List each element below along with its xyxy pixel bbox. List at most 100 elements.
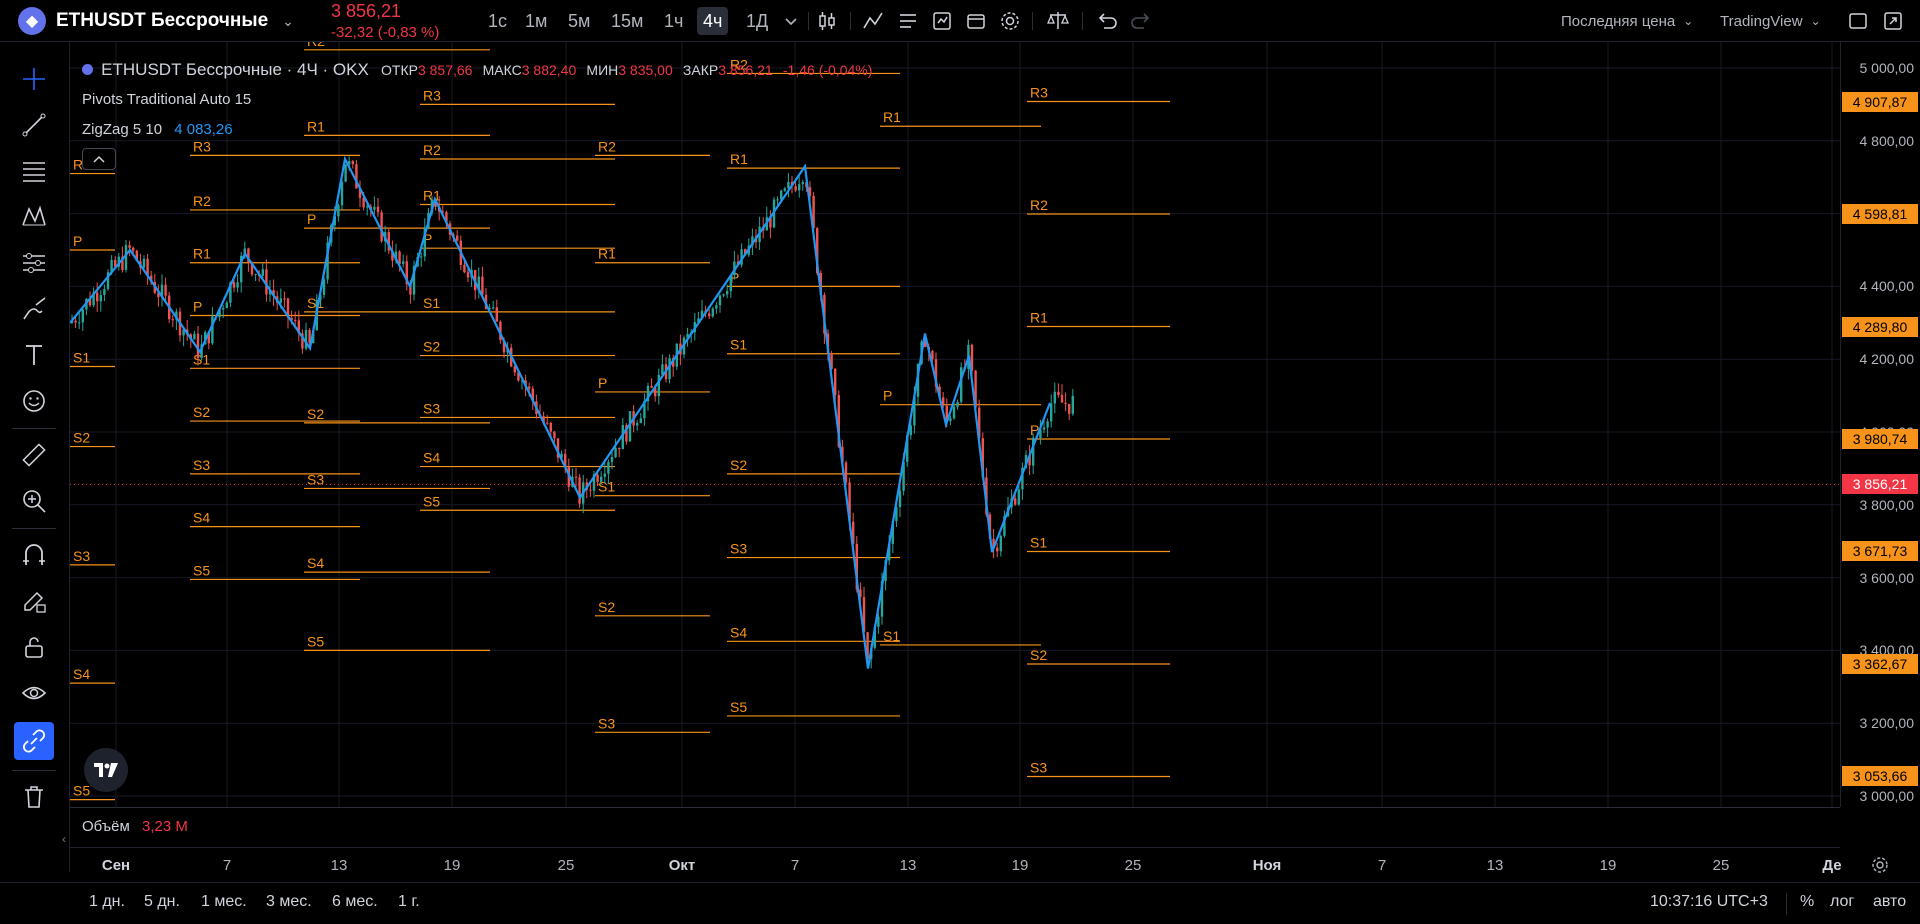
legend-open-label: ОТКР xyxy=(381,62,418,78)
price-axis-tick: 3 000,00 xyxy=(1859,788,1915,804)
timeframe-1m[interactable]: 1м xyxy=(519,7,553,35)
pattern-icon[interactable] xyxy=(14,198,54,236)
emoji-icon[interactable] xyxy=(14,382,54,420)
price-axis[interactable]: 5 000,004 800,004 600,004 400,004 200,00… xyxy=(1840,42,1920,807)
candle-body xyxy=(650,385,653,388)
log-toggle[interactable]: лог xyxy=(1830,893,1854,911)
clock-timezone[interactable]: 10:37:16 UTC+3 xyxy=(1650,893,1768,911)
range-5d[interactable]: 5 дн. xyxy=(144,893,180,911)
timeframe-15m[interactable]: 15м xyxy=(605,7,649,35)
candle-body xyxy=(722,294,725,296)
timeframe-1h[interactable]: 1ч xyxy=(658,7,689,35)
timeframe-1d[interactable]: 1Д xyxy=(740,7,774,35)
collapse-legend-button[interactable] xyxy=(82,148,116,170)
indicators-icon[interactable] xyxy=(860,8,886,34)
pivot-level-label: S5 xyxy=(307,633,324,649)
candle-body xyxy=(99,295,102,302)
lock-icon[interactable] xyxy=(14,628,54,666)
candle-body xyxy=(715,305,718,309)
pivot-level-label: S2 xyxy=(73,430,90,446)
pivot-level-label: S3 xyxy=(307,471,324,487)
chart-source-dropdown[interactable]: TradingView ⌄ xyxy=(1720,0,1821,42)
candle-body xyxy=(142,258,146,268)
pivot-level-label: S3 xyxy=(423,400,440,416)
candle-body xyxy=(898,490,902,508)
time-axis[interactable]: Сен 7 13 19 25 Окт 7 13 19 25 Ноя 7 13 19 25 Де xyxy=(70,847,1842,882)
pivot-level-label: P xyxy=(193,299,202,315)
candle-body xyxy=(279,298,282,303)
last-price: 3 856,21 xyxy=(331,1,402,21)
redo-icon[interactable] xyxy=(1128,8,1154,34)
ruler-icon[interactable] xyxy=(14,436,54,474)
candle-body xyxy=(481,276,484,295)
chevron-down-icon[interactable]: ⌄ xyxy=(282,13,294,30)
templates-icon[interactable] xyxy=(895,8,921,34)
pivot-level-label: R1 xyxy=(883,109,901,125)
eye-icon[interactable] xyxy=(14,674,54,712)
candle-body xyxy=(1068,403,1071,414)
chart-legend: ETHUSDT Бессрочные · 4Ч · OKX ОТКР3 857,… xyxy=(82,60,872,80)
link-icon[interactable] xyxy=(14,722,54,760)
bottom-toolbar: 1 дн. 5 дн. 1 мес. 3 мес. 6 мес. 1 г. 10… xyxy=(0,882,1920,924)
collapse-toolbar-icon[interactable]: ‹ xyxy=(62,832,66,846)
pivot-level-label: S5 xyxy=(193,562,210,578)
candle-body xyxy=(528,386,531,389)
percent-toggle[interactable]: % xyxy=(1800,893,1814,911)
legend-close-change: -1,46 (-0,04%) xyxy=(782,62,873,78)
price-axis-tick: 4 800,00 xyxy=(1859,132,1915,149)
timeframe-4h[interactable]: 4ч xyxy=(697,7,729,35)
candles-type-icon[interactable] xyxy=(814,8,840,34)
price-type-dropdown[interactable]: Последняя цена ⌄ xyxy=(1561,0,1693,42)
forecast-icon[interactable] xyxy=(14,244,54,282)
axis-settings-gear-icon[interactable] xyxy=(1866,851,1894,879)
text-icon[interactable] xyxy=(14,336,54,374)
pivot-level-label: S1 xyxy=(883,628,900,644)
trash-icon[interactable] xyxy=(14,778,54,816)
range-6m[interactable]: 6 мес. xyxy=(332,893,378,911)
lock-draw-icon[interactable] xyxy=(14,582,54,620)
auto-toggle[interactable]: авто xyxy=(1873,893,1906,911)
tradingview-logo[interactable] xyxy=(84,748,128,792)
symbol-search[interactable]: ◆ ETHUSDT Бессрочные ⌄ xyxy=(18,0,294,42)
price-chart[interactable]: R1 P S1 S2 S3 S4 S5 R3 R2 R1 P S1 S2 S3 S4 S5 R2 R1 P S1 S2 S… xyxy=(70,42,1840,807)
settings-gear-icon[interactable] xyxy=(997,8,1023,34)
range-1y[interactable]: 1 г. xyxy=(398,893,420,911)
compare-scale-icon[interactable] xyxy=(1045,8,1071,34)
time-axis-tick: 7 xyxy=(1377,857,1387,874)
legend-low-value: 3 835,00 xyxy=(618,62,673,78)
range-3m[interactable]: 3 мес. xyxy=(266,893,312,911)
pivot-level-label: S2 xyxy=(423,339,440,355)
trendline-icon[interactable] xyxy=(14,106,54,144)
legend-open-value: 3 857,66 xyxy=(417,62,473,78)
legend-title[interactable]: ETHUSDT Бессрочные · 4Ч · OKX xyxy=(101,60,369,79)
fullscreen-window-icon[interactable] xyxy=(1845,8,1871,34)
crosshair-icon[interactable] xyxy=(14,60,54,98)
timeframe-1s[interactable]: 1с xyxy=(482,7,513,35)
time-axis-tick: 13 xyxy=(330,857,348,874)
candle-body xyxy=(600,476,603,483)
pivots-indicator-legend[interactable]: Pivots Traditional Auto 15 xyxy=(82,91,251,108)
chevron-down-icon: ⌄ xyxy=(1683,14,1694,28)
range-1d[interactable]: 1 дн. xyxy=(89,893,125,911)
pivot-level-label: S2 xyxy=(598,599,615,615)
pivot-level-label: R3 xyxy=(423,87,441,103)
magnet-icon[interactable] xyxy=(14,536,54,574)
volume-label: Объём xyxy=(82,818,130,835)
legend-high-label: МАКС xyxy=(482,62,522,78)
main-chart-pane[interactable]: R1 P S1 S2 S3 S4 S5 R3 R2 R1 P S1 S2 S3 S4 S5 R2 R1 P S1 S2 S… xyxy=(70,42,1840,807)
alert-icon[interactable] xyxy=(929,8,955,34)
brush-icon[interactable] xyxy=(14,290,54,328)
undo-icon[interactable] xyxy=(1094,8,1120,34)
zoom-in-icon[interactable] xyxy=(14,482,54,520)
price-axis-label: 4 598,81 xyxy=(1842,204,1918,225)
replay-icon[interactable] xyxy=(963,8,989,34)
timeframe-5m[interactable]: 5м xyxy=(562,7,596,35)
zigzag-indicator-legend[interactable]: ZigZag 5 10 4 083,26 xyxy=(82,121,233,138)
candle-body xyxy=(225,302,228,309)
maximize-icon[interactable] xyxy=(1880,8,1906,34)
symbol-name[interactable]: ETHUSDT Бессрочные xyxy=(56,10,268,32)
range-1m[interactable]: 1 мес. xyxy=(201,893,247,911)
timeframe-dropdown-icon[interactable] xyxy=(778,8,804,34)
pivot-level-label: S4 xyxy=(73,666,90,682)
fib-icon[interactable] xyxy=(14,152,54,190)
